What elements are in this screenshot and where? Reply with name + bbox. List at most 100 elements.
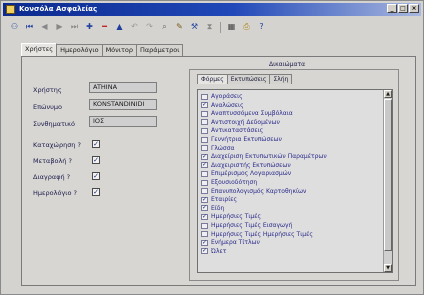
scroll-up-icon[interactable]: ▲ bbox=[384, 90, 392, 98]
minimize-icon[interactable]: _ bbox=[387, 4, 397, 13]
permissions-list[interactable]: ▲ ▼ Αγοράσεις ✓ Αναλώσεις Αναπτυσσόμενα Συμ… bbox=[197, 89, 393, 273]
search-icon[interactable]: ⌕ bbox=[158, 21, 171, 33]
permission-checkbox[interactable]: ✓ bbox=[201, 153, 208, 160]
tab-log[interactable]: Ημερολόγιο bbox=[56, 44, 103, 56]
log-permission-checkbox[interactable]: ✓ bbox=[92, 188, 100, 196]
permission-label: Γεννήτρια Εκτυπώσεων bbox=[211, 136, 282, 143]
list-item[interactable]: Εξουσιοδότηση bbox=[201, 179, 257, 186]
permission-checkbox[interactable] bbox=[201, 170, 208, 177]
add-record-icon[interactable]: ✚ bbox=[83, 21, 96, 33]
permission-label: Είδη bbox=[211, 204, 225, 212]
permission-label: Γλώσσα bbox=[211, 144, 235, 152]
toolbar: ⚇ ⏮ ◀ ▶ ⏭ ✚ ━ ▲ ↶ ↷ ⌕ ✎ ⚒ ⧗ ▦ ⎙ ? bbox=[5, 19, 419, 35]
permission-checkbox[interactable] bbox=[201, 110, 208, 117]
modify-permission-checkbox[interactable]: ✓ bbox=[92, 156, 100, 164]
permission-label: Διαχειριστής Εκτυπώσεων bbox=[211, 161, 291, 169]
permission-checkbox[interactable] bbox=[201, 127, 208, 134]
permission-checkbox[interactable]: ✓ bbox=[201, 162, 208, 169]
permission-checkbox[interactable]: ✓ bbox=[201, 196, 208, 203]
app-icon bbox=[6, 5, 15, 14]
undo-icon[interactable]: ↶ bbox=[128, 21, 141, 33]
delete-permission-checkbox[interactable]: ✓ bbox=[92, 172, 100, 180]
tab-users[interactable]: Χρήστες bbox=[21, 43, 58, 56]
list-item[interactable]: ✓ Διαχείριση Εκτυπωτικών Παραμέτρων bbox=[201, 153, 327, 160]
window-title: Κονσόλα Ασφαλείας bbox=[19, 5, 98, 13]
list-item[interactable]: Αγοράσεις bbox=[201, 93, 243, 100]
list-item[interactable]: Αναπτυσσόμενα Συμβόλαια bbox=[201, 110, 293, 117]
edit-pencil-icon[interactable]: ✎ bbox=[173, 21, 186, 33]
permission-checkbox[interactable]: ✓ bbox=[201, 239, 208, 246]
list-scrollbar[interactable]: ▲ ▼ bbox=[383, 90, 392, 272]
permission-label: Ημερήσιες Τιμές bbox=[211, 213, 261, 221]
list-item[interactable]: Επιμέρισμος Λογαριασμών bbox=[201, 170, 291, 177]
insert-permission-label: Καταχώρηση ? bbox=[33, 141, 81, 149]
permission-label: Επανυπολογισμός Καρτοθηκίων bbox=[211, 187, 307, 195]
help-icon[interactable]: ? bbox=[255, 21, 268, 33]
username-label: Χρήστης bbox=[33, 86, 62, 94]
permission-checkbox[interactable]: ✓ bbox=[201, 102, 208, 109]
list-item[interactable]: ✓ Αναλώσεις bbox=[201, 102, 244, 109]
delete-record-icon[interactable]: ━ bbox=[98, 21, 111, 33]
permission-checkbox[interactable] bbox=[201, 222, 208, 229]
permission-checkbox[interactable] bbox=[201, 231, 208, 238]
users-icon[interactable]: ⚇ bbox=[8, 21, 21, 33]
permission-label: Εταιρίες bbox=[211, 196, 237, 204]
permission-label: Αντιστοιχή Δεδομένων bbox=[211, 118, 280, 126]
username-field[interactable]: ATHINA bbox=[89, 82, 157, 93]
permission-label: Ενήμερα Τίτλων bbox=[211, 239, 260, 247]
permissions-title: Δικαιώματα bbox=[269, 61, 306, 68]
scroll-thumb[interactable] bbox=[384, 99, 392, 251]
filter-icon[interactable]: ⧗ bbox=[203, 21, 216, 33]
maximize-icon[interactable]: □ bbox=[398, 4, 408, 13]
subtab-prints[interactable]: Εκτυπώσεις bbox=[226, 74, 271, 84]
permission-checkbox[interactable] bbox=[201, 119, 208, 126]
subtab-forms[interactable]: Φόρμες bbox=[197, 74, 228, 84]
permission-checkbox[interactable]: ✓ bbox=[201, 213, 208, 220]
list-item[interactable]: ✓ Είδη bbox=[201, 205, 224, 212]
permission-checkbox[interactable] bbox=[201, 179, 208, 186]
tools-icon[interactable]: ⚒ bbox=[188, 21, 201, 33]
permissions-subtabs: Φόρμες Εκτυπώσεις Σλήη bbox=[197, 74, 293, 84]
list-item[interactable]: ✓ Ώλετ bbox=[201, 248, 226, 255]
insert-permission-checkbox[interactable]: ✓ bbox=[92, 140, 100, 148]
tab-monitor[interactable]: Μόνιτορ bbox=[101, 44, 137, 56]
permission-checkbox[interactable] bbox=[201, 188, 208, 195]
list-item[interactable]: Ημερήσιες Τιμές Εισαγωγή bbox=[201, 222, 292, 229]
permission-label: Επιμέρισμος Λογαριασμών bbox=[211, 170, 292, 178]
permission-checkbox[interactable]: ✓ bbox=[201, 248, 208, 255]
list-item[interactable]: Ημερήσιες Τιμές Ημερήσιες Τιμές bbox=[201, 231, 313, 238]
permission-label: Ώλετ bbox=[211, 247, 227, 255]
list-item[interactable]: Αντιστοιχή Δεδομένων bbox=[201, 119, 280, 126]
permission-checkbox[interactable]: ✓ bbox=[201, 205, 208, 212]
permission-checkbox[interactable] bbox=[201, 145, 208, 152]
permission-checkbox[interactable] bbox=[201, 136, 208, 143]
delete-permission-label: Διαγραφή ? bbox=[33, 173, 71, 181]
calculator-icon[interactable]: ▦ bbox=[225, 21, 238, 33]
redo-icon[interactable]: ↷ bbox=[143, 21, 156, 33]
tab-parameters[interactable]: Παράμετροι bbox=[136, 44, 184, 56]
next-record-icon[interactable]: ▶ bbox=[53, 21, 66, 33]
list-item[interactable]: Γεννήτρια Εκτυπώσεων bbox=[201, 136, 282, 143]
password-field[interactable]: ΙΟΣ bbox=[89, 116, 157, 127]
list-item[interactable]: ✓ Διαχειριστής Εκτυπώσεων bbox=[201, 162, 291, 169]
previous-record-icon[interactable]: ◀ bbox=[38, 21, 51, 33]
subtab-other[interactable]: Σλήη bbox=[269, 74, 293, 84]
list-item[interactable]: Γλώσσα bbox=[201, 145, 234, 152]
list-item[interactable]: Επανυπολογισμός Καρτοθηκίων bbox=[201, 188, 306, 195]
surname-field[interactable]: KONSTANDINIDI bbox=[89, 99, 157, 110]
move-up-icon[interactable]: ▲ bbox=[113, 21, 126, 33]
security-console-window: Κονσόλα Ασφαλείας _ □ × ⚇ ⏮ ◀ ▶ ⏭ ✚ ━ ▲ … bbox=[0, 0, 424, 295]
first-record-icon[interactable]: ⏮ bbox=[23, 21, 36, 33]
permission-checkbox[interactable] bbox=[201, 93, 208, 100]
list-item[interactable]: ✓ Ημερήσιες Τιμές bbox=[201, 213, 261, 220]
scroll-down-icon[interactable]: ▼ bbox=[384, 264, 392, 272]
list-item[interactable]: ✓ Ενήμερα Τίτλων bbox=[201, 239, 260, 246]
list-item[interactable]: ✓ Εταιρίες bbox=[201, 196, 237, 203]
list-item[interactable]: Αντικαταστάσεις bbox=[201, 127, 263, 134]
main-tabs: Χρήστες Ημερολόγιο Μόνιτορ Παράμετροι bbox=[21, 43, 184, 56]
surname-label: Επώνυμο bbox=[33, 103, 62, 111]
permission-label: Αναπτυσσόμενα Συμβόλαια bbox=[211, 110, 293, 118]
close-icon[interactable]: × bbox=[409, 4, 419, 13]
last-record-icon[interactable]: ⏭ bbox=[68, 21, 81, 33]
print-icon[interactable]: ⎙ bbox=[240, 21, 253, 33]
